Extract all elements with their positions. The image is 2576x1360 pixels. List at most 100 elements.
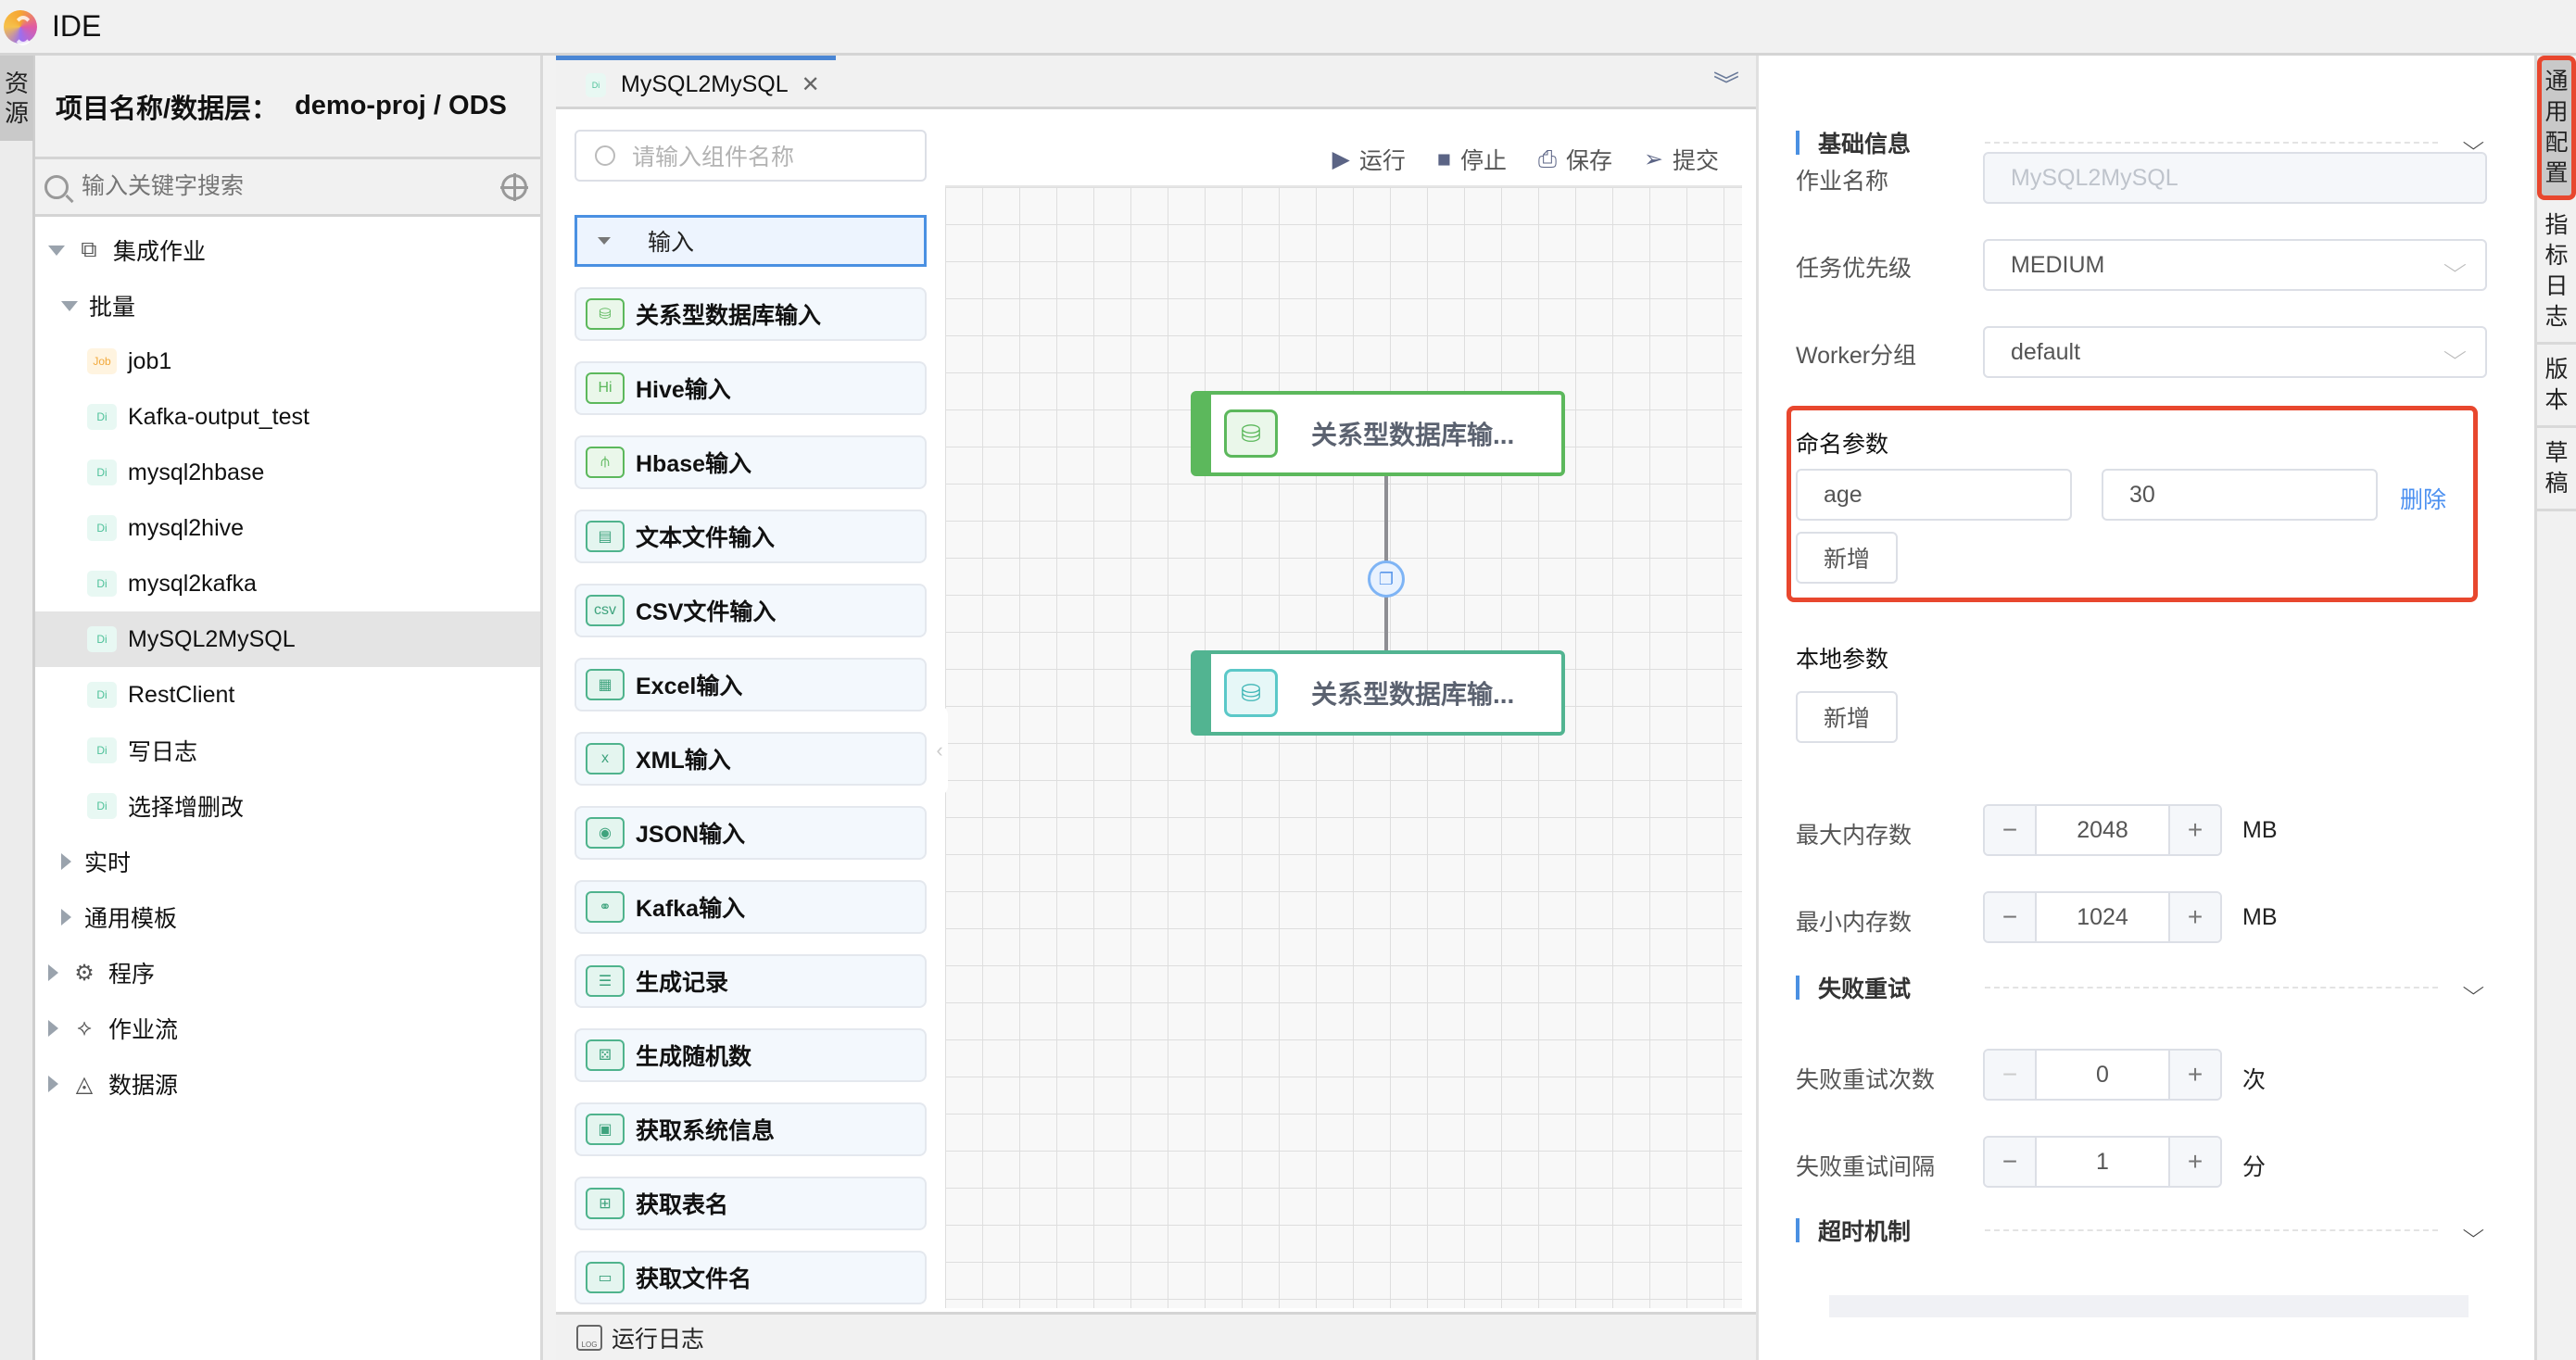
max-memory-value[interactable]: 2048	[2035, 806, 2170, 854]
right-tab[interactable]: 草稿	[2537, 428, 2576, 511]
retry-count-stepper[interactable]: − 0 +	[1983, 1049, 2222, 1101]
increment-button[interactable]: +	[2170, 893, 2220, 941]
horizontal-scrollbar[interactable]	[1829, 1295, 2469, 1317]
chevron-down-icon[interactable]: ⌵	[2463, 1218, 2484, 1242]
resource-panel: 项目名称/数据层： demo-proj / ODS ⧉ 集成作业批量 Job job1…	[35, 56, 543, 1360]
section-marker	[1796, 131, 1799, 155]
tree-item[interactable]: 实时	[35, 834, 540, 889]
palette-item[interactable]: ☰ 生成记录	[575, 954, 927, 1008]
caret-right-icon[interactable]	[48, 964, 58, 981]
priority-select[interactable]: MEDIUM ⌵	[1983, 239, 2487, 291]
tree-item[interactable]: Di Kafka-output_test	[35, 389, 540, 445]
tree-item[interactable]: Di 选择增删改	[35, 778, 540, 834]
section-marker	[1796, 976, 1799, 1000]
param-key-input[interactable]: age	[1796, 469, 2072, 521]
close-tab-icon[interactable]: ✕	[802, 71, 820, 98]
csv-file-icon: csv	[586, 595, 625, 626]
right-tab-char: 置	[2544, 160, 2569, 186]
tree-item[interactable]: 批量	[35, 278, 540, 334]
submit-button[interactable]: ➢ 提交	[1644, 143, 1719, 176]
palette-item[interactable]: csv CSV文件输入	[575, 584, 927, 637]
decrement-button[interactable]: −	[1985, 1138, 2035, 1186]
max-memory-stepper[interactable]: − 2048 +	[1983, 804, 2222, 856]
node-db-input[interactable]: ⛁ 关系型数据库输...	[1191, 391, 1565, 476]
palette-item[interactable]: ⚭ Kafka输入	[575, 880, 927, 934]
right-tab[interactable]: 版本	[2537, 345, 2576, 428]
palette-item[interactable]: ◉ JSON输入	[575, 806, 927, 860]
component-search-input[interactable]: 请输入组件名称	[575, 130, 927, 182]
palette-item[interactable]: ▣ 获取系统信息	[575, 1102, 927, 1156]
save-button[interactable]: ⎙ 保存	[1538, 143, 1612, 176]
worker-group-select[interactable]: default ⌵	[1983, 326, 2487, 378]
right-tab[interactable]: 通用配置	[2537, 56, 2576, 200]
min-memory-value[interactable]: 1024	[2035, 893, 2170, 941]
add-named-param-button[interactable]: 新增	[1796, 532, 1898, 584]
tree-item[interactable]: Job job1	[35, 334, 540, 389]
tree-item[interactable]: Di MySQL2MySQL	[35, 611, 540, 667]
job-name-value: MySQL2MySQL	[2011, 164, 2178, 191]
increment-button[interactable]: +	[2170, 1138, 2220, 1186]
palette-item-label: CSV文件输入	[636, 599, 777, 625]
palette-group-input[interactable]: 输入	[575, 215, 927, 267]
palette-item[interactable]: x XML输入	[575, 732, 927, 786]
right-tab[interactable]: 指标日志	[2537, 200, 2576, 345]
search-icon	[44, 174, 69, 199]
run-log-label: 运行日志	[612, 1326, 705, 1353]
section-timeout[interactable]: 超时机制 ⌵	[1796, 1212, 2484, 1249]
resource-search-input[interactable]	[82, 173, 531, 200]
palette-item[interactable]: ▦ Excel输入	[575, 658, 927, 711]
stop-button[interactable]: ■ 停止	[1437, 143, 1507, 176]
tree-item[interactable]: ◬ 数据源	[35, 1056, 540, 1112]
tree-item[interactable]: Di mysql2hbase	[35, 445, 540, 500]
decrement-button[interactable]: −	[1985, 806, 2035, 854]
flow-canvas[interactable]: ⛁ 关系型数据库输... ❐ ⛁ 关系型数据库输...	[945, 185, 1742, 1308]
decrement-button[interactable]: −	[1985, 893, 2035, 941]
min-memory-stepper[interactable]: − 1024 +	[1983, 891, 2222, 943]
delete-param-link[interactable]: 删除	[2400, 482, 2446, 515]
palette-item[interactable]: ▤ 文本文件输入	[575, 510, 927, 563]
node-db-output[interactable]: ⛁ 关系型数据库输...	[1191, 650, 1565, 736]
section-retry[interactable]: 失败重试 ⌵	[1796, 969, 2484, 1006]
edge-copy-icon[interactable]: ❐	[1368, 560, 1405, 598]
run-log-bar[interactable]: LOG 运行日志	[556, 1312, 1756, 1360]
retry-count-value[interactable]: 0	[2035, 1051, 2170, 1099]
tab-mysql2mysql[interactable]: Di MySQL2MySQL ✕	[556, 56, 836, 109]
decrement-button[interactable]: −	[1985, 1051, 2035, 1099]
collapse-icon[interactable]: ︾	[1713, 65, 1739, 102]
increment-button[interactable]: +	[2170, 1051, 2220, 1099]
tab-resources[interactable]: 资源	[0, 56, 33, 141]
palette-item[interactable]: ⚄ 生成随机数	[575, 1028, 927, 1082]
tree-item[interactable]: Di 写日志	[35, 723, 540, 778]
tree-item[interactable]: Di mysql2hive	[35, 500, 540, 556]
caret-right-icon[interactable]	[48, 1020, 58, 1037]
locate-icon[interactable]	[500, 173, 528, 201]
tree-item[interactable]: ⚙ 程序	[35, 945, 540, 1001]
caret-right-icon[interactable]	[61, 853, 71, 870]
run-button[interactable]: ▶ 运行	[1332, 143, 1406, 176]
datasource-icon: ◬	[75, 1071, 94, 1097]
palette-item[interactable]: ▭ 获取文件名	[575, 1251, 927, 1304]
palette-item[interactable]: ⛁ 关系型数据库输入	[575, 287, 927, 341]
add-local-param-button[interactable]: 新增	[1796, 691, 1898, 743]
palette-item[interactable]: ⊞ 获取表名	[575, 1177, 927, 1230]
retry-count-unit: 次	[2242, 1067, 2267, 1093]
tree-item[interactable]: ⧉ 集成作业	[35, 222, 540, 278]
caret-right-icon[interactable]	[61, 909, 71, 926]
caret-down-icon[interactable]	[61, 300, 78, 311]
text-file-icon: ▤	[586, 521, 625, 552]
retry-interval-value[interactable]: 1	[2035, 1138, 2170, 1186]
retry-interval-stepper[interactable]: − 1 +	[1983, 1136, 2222, 1188]
tree-item[interactable]: ⟡ 作业流	[35, 1001, 540, 1056]
palette-toggle-icon[interactable]: ‹	[931, 704, 948, 797]
param-value-input[interactable]: 30	[2102, 469, 2378, 521]
tree-item[interactable]: 通用模板	[35, 889, 540, 945]
palette-item-label: 获取表名	[636, 1192, 729, 1218]
caret-down-icon[interactable]	[48, 245, 65, 256]
palette-item[interactable]: Hi Hive输入	[575, 361, 927, 415]
caret-right-icon[interactable]	[48, 1076, 58, 1092]
tree-item[interactable]: Di mysql2kafka	[35, 556, 540, 611]
chevron-down-icon[interactable]: ⌵	[2463, 976, 2484, 1000]
increment-button[interactable]: +	[2170, 806, 2220, 854]
palette-item[interactable]: ⫛ Hbase输入	[575, 435, 927, 489]
tree-item[interactable]: Di RestClient	[35, 667, 540, 723]
